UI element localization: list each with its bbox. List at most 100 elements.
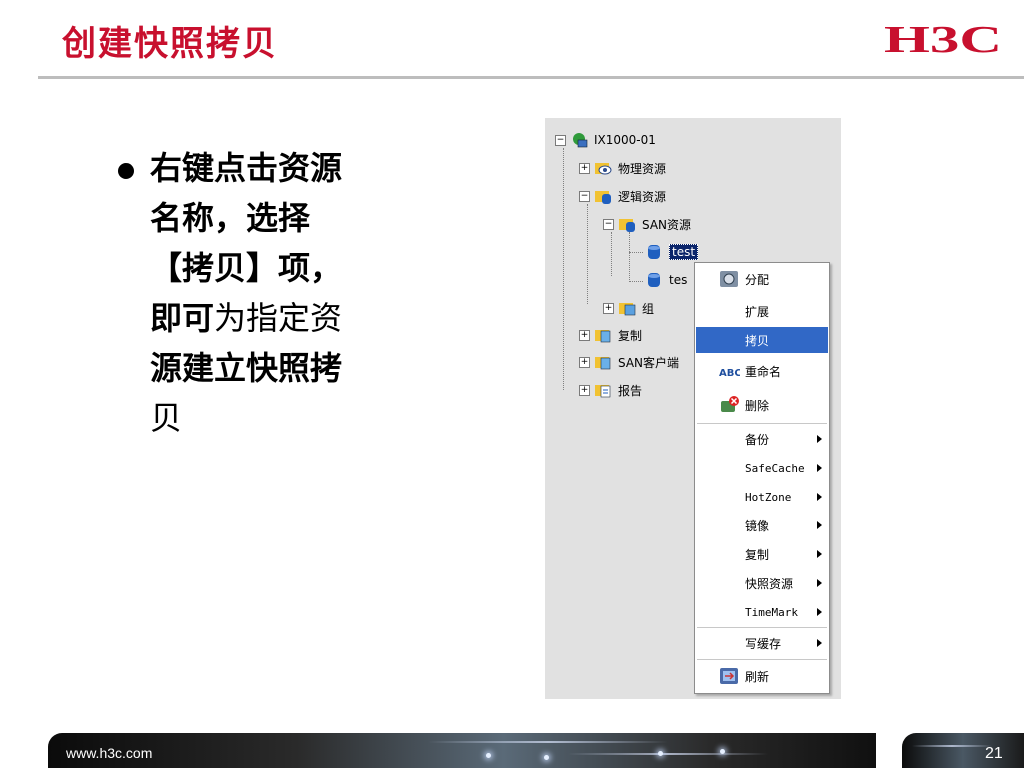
expand-icon[interactable]: + (603, 302, 614, 314)
tree-item-label: 物理资源 (618, 161, 667, 176)
submenu-arrow-icon (817, 608, 822, 616)
tree-item-label: tes (669, 273, 688, 287)
disk-icon (648, 245, 660, 259)
san-resource-icon (619, 219, 635, 232)
bullet-point: 右键点击资源 名称，选择 【拷贝】项， 即可为指定资 源建立快照拷 贝 (118, 143, 418, 443)
tree-item-physical[interactable]: + 物理资源 (579, 158, 666, 178)
menu-item-safecache[interactable]: SafeCache (696, 455, 828, 481)
tree-item-group[interactable]: + 组 (603, 298, 654, 318)
rename-icon: ABC (719, 368, 740, 379)
light-streak (428, 741, 668, 743)
expand-icon[interactable]: + (579, 329, 590, 341)
submenu-arrow-icon (817, 464, 822, 472)
assign-icon (720, 271, 738, 287)
tree-root-label: IX1000-01 (594, 133, 656, 147)
disk-icon (648, 273, 660, 287)
tree-item-label: 报告 (618, 383, 643, 398)
bullet-line-1: 右键点击资源 (150, 149, 343, 187)
page-number: 21 (985, 745, 1003, 762)
tree-item-label: SAN客户端 (618, 355, 680, 370)
refresh-icon (720, 668, 738, 684)
tree-line (629, 252, 643, 253)
menu-item-delete[interactable]: 删除 (696, 392, 828, 418)
server-icon (573, 133, 588, 148)
tree-root[interactable]: − IX1000-01 (555, 130, 656, 150)
bullet-line-4a: 即可 (150, 299, 215, 337)
menu-item-snapshot-resource[interactable]: 快照资源 (696, 570, 828, 596)
tree-item-label: test (669, 244, 699, 260)
replication-icon (595, 330, 611, 343)
bullet-line-2: 名称，选择 (150, 199, 311, 237)
bullet-dot (118, 163, 134, 179)
menu-separator (697, 423, 827, 424)
submenu-arrow-icon (817, 579, 822, 587)
expand-icon[interactable]: + (579, 384, 590, 396)
menu-separator (697, 627, 827, 628)
tree-item-test2[interactable]: tes (645, 270, 687, 290)
footer-url[interactable]: www.h3c.com (66, 745, 152, 761)
menu-separator (697, 659, 827, 660)
menu-item-mirror[interactable]: 镜像 (696, 512, 828, 538)
tree-item-report[interactable]: + 报告 (579, 380, 642, 400)
tree-item-san-client[interactable]: + SAN客户端 (579, 352, 679, 372)
report-icon (595, 385, 611, 398)
tree-item-label: 复制 (618, 328, 643, 343)
bullet-text: 右键点击资源 名称，选择 【拷贝】项， 即可为指定资 源建立快照拷 贝 (150, 143, 408, 443)
collapse-icon[interactable]: − (555, 134, 566, 146)
submenu-arrow-icon (817, 550, 822, 558)
light-streak (912, 745, 992, 747)
collapse-icon[interactable]: − (579, 190, 590, 202)
menu-item-timemark[interactable]: TimeMark (696, 599, 828, 625)
submenu-arrow-icon (817, 521, 822, 529)
tree-line (629, 232, 630, 282)
submenu-arrow-icon (817, 493, 822, 501)
bullet-line-4b: 为指定资 (214, 299, 343, 337)
tree-item-label: 组 (642, 301, 655, 316)
menu-item-assign[interactable]: 分配 (696, 266, 828, 292)
menu-item-copy[interactable]: 拷贝 (696, 327, 828, 353)
san-client-icon (595, 357, 611, 370)
tree-line (629, 281, 643, 282)
expand-icon[interactable]: + (579, 162, 590, 174)
group-icon (619, 303, 636, 316)
tree-item-label: SAN资源 (642, 217, 692, 232)
tree-item-label: 逻辑资源 (618, 189, 667, 204)
menu-item-hotzone[interactable]: HotZone (696, 484, 828, 510)
bullet-line-3: 【拷贝】项， (150, 249, 343, 287)
light-spark (486, 753, 491, 758)
tree-item-logical[interactable]: − 逻辑资源 (579, 186, 666, 206)
bullet-line-5: 源建立快照拷 (150, 349, 343, 387)
tree-line (611, 232, 612, 276)
context-menu: 分配 扩展 拷贝 ABC 重命名 删除 备份 SafeCache HotZone… (694, 262, 830, 694)
light-spark (720, 749, 725, 754)
logical-resource-icon (595, 191, 611, 204)
svg-text:H3C: H3C (884, 22, 1002, 56)
footer-page-bar (902, 733, 1024, 768)
expand-icon[interactable]: + (579, 356, 590, 368)
physical-resource-icon (595, 163, 612, 175)
menu-item-replication[interactable]: 复制 (696, 541, 828, 567)
menu-item-expand[interactable]: 扩展 (696, 298, 828, 324)
title-divider (38, 76, 1024, 79)
svg-text:ABC: ABC (719, 368, 740, 379)
tree-line (587, 204, 588, 304)
menu-item-rename[interactable]: ABC 重命名 (696, 358, 828, 384)
light-spark (544, 755, 549, 760)
light-spark (658, 751, 663, 756)
h3c-logo: H3C (884, 22, 1002, 56)
tree-item-replication[interactable]: + 复制 (579, 325, 642, 345)
slide-title: 创建快照拷贝 (62, 24, 278, 64)
menu-item-refresh[interactable]: 刷新 (696, 663, 828, 689)
menu-item-backup[interactable]: 备份 (696, 426, 828, 452)
collapse-icon[interactable]: − (603, 218, 614, 230)
tree-line (563, 148, 564, 390)
tree-item-san[interactable]: − SAN资源 (603, 214, 691, 234)
bullet-line-6: 贝 (150, 399, 183, 437)
tree-item-test-selected[interactable]: test (645, 242, 699, 262)
submenu-arrow-icon (817, 639, 822, 647)
light-streak (568, 753, 768, 755)
delete-icon (721, 396, 739, 412)
footer-bar (48, 733, 876, 768)
menu-item-write-cache[interactable]: 写缓存 (696, 630, 828, 656)
submenu-arrow-icon (817, 435, 822, 443)
